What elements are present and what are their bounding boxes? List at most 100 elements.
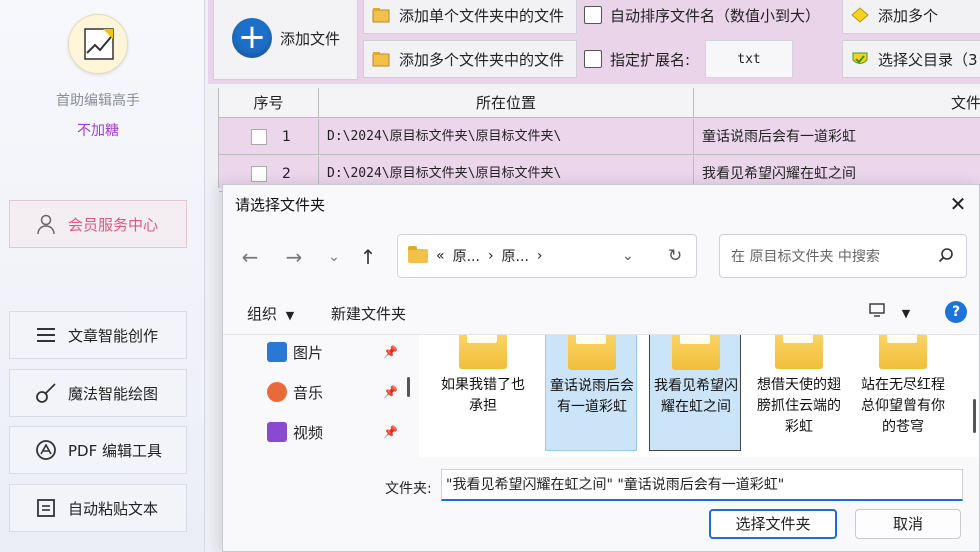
add-multi-button[interactable]: 添加多个 [842, 0, 980, 34]
sidebar-item-pdf[interactable]: PDF 编辑工具 [9, 426, 187, 474]
pin-icon[interactable]: 📌 [383, 385, 398, 399]
row-index: 1 [282, 129, 291, 145]
add-single-folder-button[interactable]: 添加单个文件夹中的文件 [363, 0, 577, 34]
new-folder-button[interactable]: 新建文件夹 [331, 303, 406, 324]
search-input[interactable]: 在 原目标文件夹 中搜索 [719, 234, 967, 278]
diamond-icon [851, 7, 869, 23]
folder-tile[interactable]: 站在无尽红程总仰望曾有你的苍穹 [857, 335, 949, 451]
folder-label: 我看见希望闪耀在虹之间 [654, 378, 738, 415]
caret-down-icon: ▼ [285, 309, 295, 322]
folder-list-scrollbar[interactable] [973, 399, 976, 433]
header-index: 序号 [219, 88, 319, 118]
organize-menu[interactable]: 组织 ▼ [247, 303, 294, 324]
chevron-down-icon[interactable]: ⌄ [321, 249, 347, 265]
search-placeholder: 在 原目标文件夹 中搜索 [731, 249, 880, 265]
help-icon[interactable]: ? [945, 301, 967, 323]
add-multi-label: 添加多个 [878, 6, 939, 25]
folder-add-icon [372, 51, 390, 67]
table-header: 序号 所在位置 文件 [219, 88, 980, 118]
auto-sort-label: 自动排序文件名（数值小到大） [610, 6, 821, 25]
nav-item-videos[interactable]: 视频 [267, 419, 323, 445]
header-file: 文件 [950, 94, 980, 112]
nav-item-label: 图片 [293, 343, 324, 362]
brush-icon [34, 381, 58, 405]
folder-icon [408, 246, 428, 263]
member-center-label: 会员服务中心 [68, 215, 159, 234]
folder-label: 站在无尽红程总仰望曾有你的苍穹 [861, 377, 945, 435]
sidebar-item-label: 魔法智能绘图 [68, 384, 159, 403]
folder-icon [568, 335, 616, 370]
cancel-button[interactable]: 取消 [855, 509, 961, 539]
toolbar: + 添加文件 添加单个文件夹中的文件 添加多个文件夹中的文件 自动排序文件名（数… [208, 0, 980, 84]
add-file-label: 添加文件 [280, 29, 341, 48]
sidebar-item-drawing[interactable]: 魔法智能绘图 [9, 369, 187, 417]
close-icon[interactable]: ✕ [943, 191, 973, 217]
specify-ext-checkbox[interactable] [584, 50, 602, 68]
folder-icon [879, 335, 927, 369]
view-icon [869, 303, 890, 321]
add-file-button[interactable]: + 添加文件 [213, 0, 358, 80]
row-checkbox[interactable] [251, 129, 267, 145]
refresh-icon[interactable]: ↻ [668, 246, 682, 266]
view-options-button[interactable]: ▼ [869, 303, 910, 321]
pin-icon[interactable]: 📌 [383, 345, 398, 359]
nav-item-label: 视频 [293, 423, 324, 442]
app-logo-icon [68, 14, 128, 74]
plus-icon: + [232, 18, 272, 58]
member-center-button[interactable]: 会员服务中心 [9, 200, 187, 248]
specify-ext-label: 指定扩展名: [610, 50, 691, 69]
folder-label: 想借天使的翅膀抓住云端的彩虹 [757, 377, 841, 435]
nav-scrollbar[interactable] [407, 377, 410, 397]
add-multi-folder-label: 添加多个文件夹中的文件 [399, 50, 565, 69]
video-icon [267, 422, 287, 442]
pictures-icon [267, 342, 287, 362]
user-icon [34, 212, 58, 236]
dialog-title: 请选择文件夹 [235, 196, 326, 214]
sidebar-item-label: PDF 编辑工具 [68, 441, 162, 460]
music-icon [267, 382, 287, 402]
sidebar-item-paste[interactable]: 自动粘贴文本 [9, 484, 187, 532]
forward-arrow-icon[interactable]: → [281, 245, 307, 269]
choose-parent-button[interactable]: 选择父目录（3 [842, 40, 980, 78]
folder-label: 童话说雨后会有一道彩虹 [550, 378, 634, 415]
shield-check-icon [851, 51, 869, 67]
header-location: 所在位置 [319, 88, 694, 118]
auto-sort-option[interactable]: 自动排序文件名（数值小到大） [584, 0, 820, 34]
breadcrumb-item[interactable]: 原... [453, 246, 480, 266]
address-bar[interactable]: « 原... › 原... › ⌄ ↻ [397, 234, 697, 278]
select-folder-button[interactable]: 选择文件夹 [709, 509, 837, 539]
specify-ext-option[interactable]: 指定扩展名: [584, 40, 690, 78]
sidebar-item-article[interactable]: 文章智能创作 [9, 311, 187, 359]
choose-parent-label: 选择父目录（3 [878, 50, 978, 69]
chevron-down-icon[interactable]: ⌄ [622, 248, 634, 264]
folder-tile[interactable]: 我看见希望闪耀在虹之间 [649, 335, 741, 451]
sidebar-item-label: 文章智能创作 [68, 326, 159, 345]
folder-tile[interactable]: 童话说雨后会有一道彩虹 [545, 335, 637, 451]
pdf-icon [34, 438, 58, 462]
folder-tile[interactable]: 想借天使的翅膀抓住云端的彩虹 [753, 335, 845, 451]
breadcrumb-item[interactable]: 原... [502, 246, 529, 266]
folder-name-input[interactable]: "我看见希望闪耀在虹之间" "童话说雨后会有一道彩虹" [441, 469, 963, 501]
up-arrow-icon[interactable]: ↑ [355, 245, 381, 269]
nav-item-music[interactable]: 音乐 [267, 379, 323, 405]
pin-icon[interactable]: 📌 [383, 425, 398, 439]
app-subtitle: 不加糖 [77, 123, 119, 139]
folder-label: 如果我错了也承担 [441, 377, 525, 414]
file-name-cell: 童话说雨后会有一道彩虹 [702, 129, 856, 145]
extension-input[interactable]: txt [705, 40, 793, 78]
caret-down-icon: ▼ [901, 307, 911, 320]
list-icon [34, 323, 58, 347]
chevron-right-icon: › [487, 248, 494, 264]
table-row[interactable]: 1 D:\2024\原目标文件夹\原目标文件夹\ 童话说雨后会有一道彩虹 [219, 119, 980, 155]
folder-icon [775, 335, 823, 369]
auto-sort-checkbox[interactable] [584, 6, 602, 24]
row-checkbox[interactable] [251, 166, 267, 182]
index-cell: 1 [219, 119, 319, 155]
search-icon [938, 247, 954, 267]
paste-icon [34, 496, 58, 520]
folder-tile[interactable]: 如果我错了也承担 [437, 335, 529, 451]
nav-item-pictures[interactable]: 图片 [267, 339, 323, 365]
add-multi-folder-button[interactable]: 添加多个文件夹中的文件 [363, 40, 577, 78]
folder-icon [459, 335, 507, 369]
back-arrow-icon[interactable]: ← [237, 245, 263, 269]
